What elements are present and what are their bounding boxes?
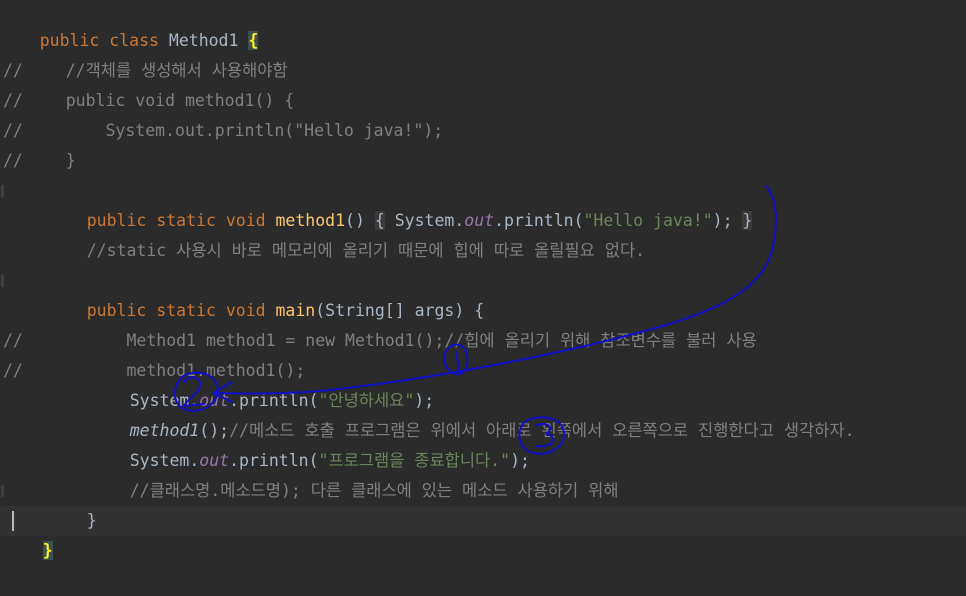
code-line-6[interactable]: public static void method1() { System.ou…	[47, 176, 753, 230]
comment-text: System.out.println("Hello java!");	[26, 121, 444, 140]
comment-text: Method1 method1 = new Method1();//힙에 올리기…	[47, 331, 757, 350]
code-line-16[interactable]: }	[3, 506, 53, 560]
keyword: public class	[39, 31, 169, 50]
code-line-8[interactable]: public static void main(String[] args) {	[47, 266, 484, 320]
code-line-5[interactable]: // }	[0, 116, 76, 170]
code-line-2[interactable]: // //객체를 생성해서 사용해야함	[0, 26, 288, 80]
comment-text: //객체를 생성해서 사용해야함	[26, 61, 288, 80]
code-line-14[interactable]: //클래스명.메소드명); 다른 클래스에 있는 메소드 사용하기 위해	[90, 446, 619, 500]
code-line-10[interactable]: // method1.method1();	[0, 326, 305, 380]
code-line-1[interactable]: public class Method1 {	[0, 0, 259, 50]
code-line-15[interactable]: }	[47, 476, 97, 530]
code-line-7[interactable]: //static 사용시 바로 메모리에 올리기 때문에 힙에 따로 올릴필요 …	[47, 206, 645, 260]
current-line-highlight	[0, 506, 966, 536]
matched-brace: }	[42, 541, 53, 560]
comment-text: public void method1() {	[26, 91, 295, 110]
method-name: main	[275, 301, 316, 320]
comment-marker: //	[3, 361, 23, 380]
text-caret	[12, 511, 14, 531]
fold-icon[interactable]	[1, 485, 4, 497]
code-text: (String[] args) {	[315, 301, 485, 320]
code-editor[interactable]: public class Method1 { // //객체를 생성해서 사용해…	[0, 0, 966, 575]
code-line-13[interactable]: System.out.println("프로그램을 종료합니다.");	[90, 416, 530, 470]
comment-text: }	[26, 151, 76, 170]
fold-icon[interactable]	[1, 185, 4, 197]
keyword: public static void	[86, 301, 276, 320]
closing-brace: }	[86, 511, 97, 530]
class-name: Method1	[168, 31, 249, 50]
code-line-4[interactable]: // System.out.println("Hello java!");	[0, 86, 443, 140]
matched-brace: {	[248, 31, 259, 50]
comment-marker: //	[3, 151, 23, 170]
folded-brace-close: }	[742, 211, 753, 230]
code-line-3[interactable]: // public void method1() {	[0, 56, 294, 110]
comment-text: //static 사용시 바로 메모리에 올리기 때문에 힙에 따로 올릴필요 …	[86, 241, 646, 260]
code-line-12[interactable]: method1();//메소드 호출 프로그램은 위에서 아래로 왼쪽에서 오른…	[90, 386, 855, 440]
code-text: );	[712, 211, 743, 230]
code-line-11[interactable]: System.out.println("안녕하세요");	[90, 356, 434, 410]
fold-icon[interactable]	[1, 275, 4, 287]
comment-text: //클래스명.메소드명); 다른 클래스에 있는 메소드 사용하기 위해	[129, 481, 619, 500]
code-line-9[interactable]: // Method1 method1 = new Method1();//힙에 …	[0, 296, 757, 350]
